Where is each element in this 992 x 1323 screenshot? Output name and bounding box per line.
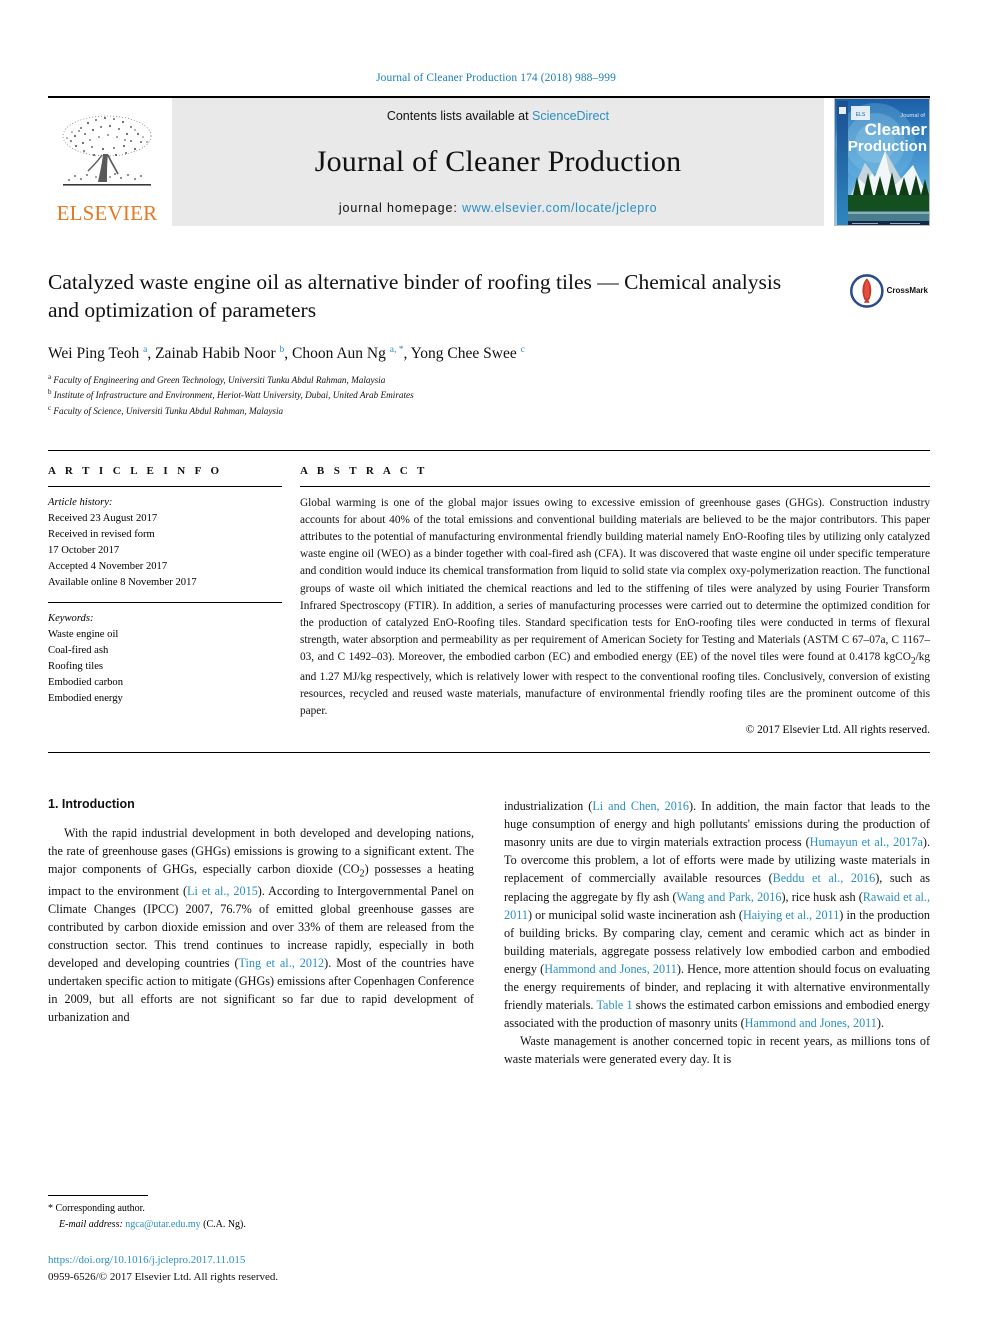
email-label: E-mail address:	[59, 1218, 123, 1230]
email-link[interactable]: ngca@utar.edu.my	[125, 1219, 200, 1230]
issn-copyright-line: 0959-6526/© 2017 Elsevier Ltd. All right…	[48, 1270, 279, 1283]
history-item: Accepted 4 November 2017	[48, 561, 168, 573]
intro-paragraph-right-continued: industrialization (Li and Chen, 2016). I…	[504, 799, 931, 1030]
affiliation-marker-a: a	[48, 372, 52, 381]
email-owner: (C.A. Ng).	[203, 1218, 246, 1230]
affiliation-marker-c: c	[48, 403, 52, 412]
contents-lists-line: Contents lists available at ScienceDirec…	[387, 109, 609, 123]
running-head: Journal of Cleaner Production 174 (2018)…	[376, 72, 616, 84]
doi-block: https://doi.org/10.1016/j.jclepro.2017.1…	[48, 1252, 474, 1285]
affiliation-text-c: Faculty of Science, Universiti Tunku Abd…	[53, 405, 284, 416]
page: Journal of Cleaner Production 174 (2018)…	[0, 0, 992, 1323]
corresponding-author-label: Corresponding author.	[55, 1203, 145, 1214]
email-line: E-mail address: ngca@utar.edu.my (C.A. N…	[48, 1217, 474, 1233]
crossmark-badge[interactable]: CrossMark	[850, 268, 928, 314]
keyword-item: Embodied energy	[48, 693, 123, 705]
svg-text:Cleaner: Cleaner	[865, 120, 928, 139]
abstract-copyright: © 2017 Elsevier Ltd. All rights reserved…	[745, 724, 930, 737]
history-item: 17 October 2017	[48, 544, 120, 556]
article-history-label: Article history:	[48, 496, 113, 508]
info-abstract-section: A R T I C L E I N F O Article history: R…	[48, 449, 930, 754]
contents-prefix: Contents lists available at	[386, 109, 533, 123]
journal-cover-thumbnail[interactable]: ELS Journal of Cleaner Production	[834, 98, 930, 226]
footnote-rule	[48, 1195, 148, 1196]
svg-text:Journal of: Journal of	[900, 113, 925, 119]
affiliation-c: c Faculty of Science, Universiti Tunku A…	[48, 403, 930, 418]
journal-title: Journal of Cleaner Production	[314, 145, 682, 178]
article-info-rule	[48, 485, 282, 487]
history-item: Received in revised form	[48, 528, 155, 540]
title-area: Catalyzed waste engine oil as alternativ…	[48, 268, 930, 418]
journal-masthead: ELSEVIER Contents lists available at Sci…	[48, 96, 930, 226]
homepage-prefix: journal homepage:	[338, 201, 463, 215]
homepage-url-link[interactable]: www.elsevier.com/locate/jclepro	[462, 201, 657, 215]
elsevier-wordmark: ELSEVIER	[56, 201, 158, 225]
body-column-left: 1. Introduction With the rapid industria…	[48, 797, 474, 1068]
journal-band: Contents lists available at ScienceDirec…	[172, 98, 824, 226]
footnote-block: * Corresponding author. E-mail address: …	[48, 1195, 474, 1285]
keyword-item: Waste engine oil	[48, 629, 119, 641]
abstract-body: Global warming is one of the global majo…	[300, 496, 930, 718]
svg-text:ELS: ELS	[856, 112, 866, 118]
doi-link[interactable]: https://doi.org/10.1016/j.jclepro.2017.1…	[48, 1252, 474, 1269]
abstract-column: A B S T R A C T Global warming is one of…	[300, 465, 930, 736]
affiliation-text-b: Institute of Infrastructure and Environm…	[53, 390, 414, 401]
page-title: Catalyzed waste engine oil as alternativ…	[48, 270, 782, 323]
article-info-heading: A R T I C L E I N F O	[48, 464, 223, 477]
affiliations: a Faculty of Engineering and Green Techn…	[48, 372, 930, 418]
keyword-item: Roofing tiles	[48, 661, 104, 673]
article-info-column: A R T I C L E I N F O Article history: R…	[48, 465, 300, 736]
svg-text:Production: Production	[848, 138, 927, 155]
affiliation-text-a: Faculty of Engineering and Green Technol…	[53, 374, 386, 385]
body-column-right: industrialization (Li and Chen, 2016). I…	[504, 797, 930, 1068]
body-columns: 1. Introduction With the rapid industria…	[48, 797, 930, 1068]
crossmark-icon	[850, 274, 884, 308]
affiliation-marker-b: b	[48, 388, 52, 397]
corresponding-author-marker: *	[48, 1203, 53, 1214]
keyword-item: Embodied carbon	[48, 677, 124, 689]
section-heading-introduction: 1. Introduction	[48, 797, 135, 812]
affiliation-b: b Institute of Infrastructure and Enviro…	[48, 387, 930, 402]
intro-paragraph-left: With the rapid industrial development in…	[48, 826, 474, 1025]
crossmark-label: CrossMark	[886, 286, 928, 295]
journal-homepage-line: journal homepage: www.elsevier.com/locat…	[339, 201, 657, 215]
affiliation-a: a Faculty of Engineering and Green Techn…	[48, 372, 930, 387]
author-list: Wei Ping Teoh a, Zainab Habib Noor b, Ch…	[48, 344, 525, 362]
history-item: Available online 8 November 2017	[48, 577, 197, 589]
keywords-label: Keywords:	[48, 613, 94, 625]
cover-artwork: ELS Journal of Cleaner Production	[835, 99, 929, 225]
elsevier-logo: ELSEVIER	[48, 98, 166, 226]
elsevier-tree-icon	[62, 115, 152, 186]
abstract-rule	[300, 485, 930, 487]
intro-paragraph-right-2: Waste management is another concerned to…	[504, 1033, 930, 1066]
corresponding-author-line: * Corresponding author.	[48, 1201, 474, 1217]
history-item: Received 23 August 2017	[48, 512, 158, 524]
keywords-rule	[48, 602, 282, 604]
sciencedirect-link[interactable]: ScienceDirect	[532, 109, 609, 123]
abstract-heading: A B S T R A C T	[300, 464, 428, 477]
keyword-item: Coal-fired ash	[48, 645, 109, 657]
